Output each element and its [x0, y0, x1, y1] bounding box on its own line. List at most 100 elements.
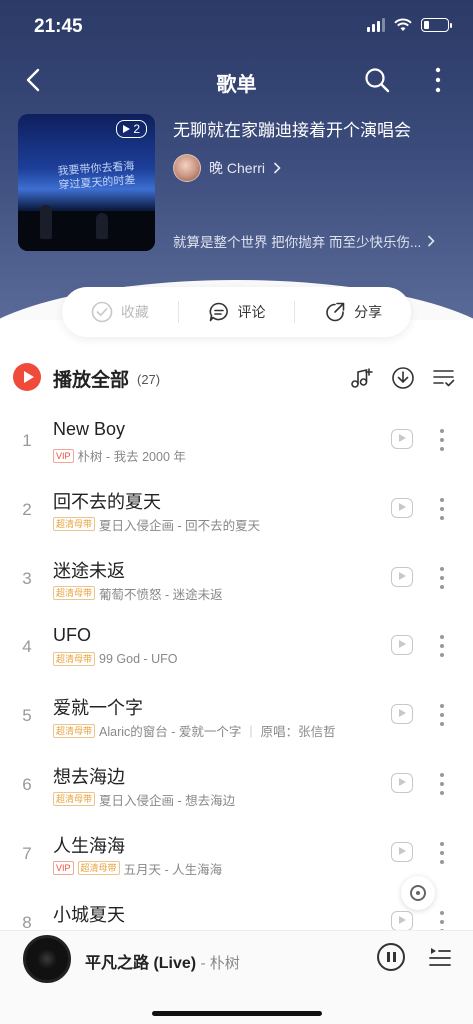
- song-artist-album: 夏日入侵企画 - 想去海边: [99, 793, 236, 808]
- cover-performer: [96, 213, 108, 239]
- cover-count-value: 2: [133, 122, 140, 136]
- now-playing-artist: - 朴树: [200, 955, 240, 972]
- more-vertical-icon[interactable]: [439, 429, 445, 451]
- avatar: [173, 154, 201, 182]
- play-all-button[interactable]: 播放全部: [53, 365, 129, 392]
- song-count: (27): [137, 372, 161, 387]
- chevron-right-icon: [273, 162, 281, 174]
- comment-icon: [209, 302, 228, 322]
- song-index: 1: [22, 431, 32, 450]
- comment-button[interactable]: 评论: [179, 287, 295, 337]
- battery-icon: [421, 18, 452, 32]
- mv-play-icon[interactable]: [391, 635, 413, 656]
- mv-play-icon[interactable]: [391, 841, 413, 862]
- action-bar: 收藏 评论 分享: [62, 287, 411, 337]
- play-all-icon[interactable]: [13, 363, 41, 391]
- song-meta: 超清母带 99 God - UFO: [53, 652, 178, 667]
- now-playing-title: 平凡之路 (Live): [85, 955, 197, 972]
- more-vertical-icon[interactable]: [439, 635, 445, 658]
- song-row[interactable]: 4 UFO 超清母带 99 God - UFO: [0, 611, 473, 680]
- playlist-creator[interactable]: 晚 Cherri: [173, 154, 281, 182]
- playlist-title: 无聊就在家蹦迪接着开个演唱会: [173, 121, 411, 140]
- share-icon: [326, 302, 345, 322]
- cover-performer: [40, 205, 52, 239]
- more-vertical-icon[interactable]: [439, 772, 445, 795]
- song-title: 人生海海: [53, 835, 125, 856]
- share-button[interactable]: 分享: [295, 287, 411, 337]
- song-row[interactable]: 1 New Boy VIP 朴树 - 我去 2000 年: [0, 405, 473, 474]
- meta-divider: |: [249, 723, 253, 738]
- comment-label: 评论: [237, 304, 266, 320]
- multi-select-icon[interactable]: [431, 365, 457, 391]
- locate-current-song-button[interactable]: [401, 876, 435, 910]
- playlist-hero: 21:45 歌单 2 我要带你去看海 穿过夏天的时差 无聊就在家蹦迪接着开个演唱…: [0, 0, 473, 320]
- signal-icon: [367, 18, 385, 32]
- song-artist-album: 夏日入侵企画 - 回不去的夏天: [99, 518, 261, 533]
- mv-play-icon[interactable]: [391, 704, 413, 725]
- playlist-cover[interactable]: 2 我要带你去看海 穿过夏天的时差: [18, 114, 155, 251]
- song-index: 6: [22, 774, 32, 794]
- description-text: 就算是整个世界 把你抛弃 而至少快乐伤...: [173, 235, 422, 250]
- creator-name: 晚 Cherri: [209, 160, 266, 176]
- master-quality-badge: 超清母带: [77, 861, 120, 876]
- song-title: UFO: [53, 625, 91, 646]
- add-to-playlist-icon[interactable]: [348, 365, 374, 391]
- search-icon[interactable]: [363, 66, 391, 94]
- more-vertical-icon[interactable]: [439, 841, 445, 864]
- song-meta: 超清母带 夏日入侵企画 - 回不去的夏天: [53, 515, 260, 534]
- play-icon: [123, 125, 131, 133]
- now-playing-info[interactable]: 平凡之路 (Live) - 朴树: [85, 949, 240, 973]
- song-row[interactable]: 3 迷途未返 超清母带 葡萄不愤怒 - 迷途未返: [0, 543, 473, 612]
- song-meta: VIP 朴树 - 我去 2000 年: [53, 446, 186, 465]
- collect-button[interactable]: 收藏: [62, 287, 178, 337]
- status-time: 21:45: [34, 16, 83, 37]
- song-index: 3: [22, 568, 32, 588]
- mv-play-icon[interactable]: [391, 910, 413, 931]
- master-quality-badge: 超清母带: [53, 652, 96, 667]
- vip-badge: VIP: [53, 448, 74, 463]
- playlist-queue-icon[interactable]: [428, 943, 452, 969]
- mv-play-icon[interactable]: [391, 772, 413, 793]
- mv-play-icon[interactable]: [391, 566, 413, 587]
- more-vertical-icon[interactable]: [439, 704, 445, 727]
- song-index: 5: [22, 706, 32, 726]
- song-row[interactable]: 7 人生海海 VIP 超清母带 五月天 - 人生海海: [0, 818, 473, 887]
- cover-handwriting: 我要带你去看海 穿过夏天的时差: [57, 159, 136, 192]
- song-index: 2: [22, 499, 32, 519]
- playlist-description[interactable]: 就算是整个世界 把你抛弃 而至少快乐伤...: [173, 231, 435, 251]
- download-icon[interactable]: [390, 365, 416, 391]
- master-quality-badge: 超清母带: [53, 792, 96, 807]
- song-artist-album: Alaric的窗台 - 爱就一个字: [99, 725, 242, 740]
- song-title: 迷途未返: [53, 560, 125, 581]
- wifi-icon: [394, 18, 412, 31]
- pause-icon[interactable]: [377, 943, 405, 971]
- song-title: 回不去的夏天: [53, 491, 161, 512]
- check-circle-icon: [91, 301, 113, 323]
- song-title: 爱就一个字: [53, 698, 143, 719]
- song-row[interactable]: 2 回不去的夏天 超清母带 夏日入侵企画 - 回不去的夏天: [0, 474, 473, 543]
- song-row[interactable]: 5 爱就一个字 超清母带 Alaric的窗台 - 爱就一个字 | 原唱：张信哲: [0, 680, 473, 749]
- song-artist-album: 五月天 - 人生海海: [123, 862, 223, 877]
- now-playing-disc[interactable]: [23, 935, 71, 983]
- master-quality-badge: 超清母带: [53, 723, 96, 738]
- song-meta: 超清母带 夏日入侵企画 - 想去海边: [53, 790, 235, 809]
- song-title: 想去海边: [53, 766, 125, 787]
- share-label: 分享: [354, 304, 383, 320]
- more-vertical-icon[interactable]: [439, 566, 445, 589]
- song-artist-album: 99 God - UFO: [99, 652, 178, 667]
- mv-play-icon[interactable]: [391, 429, 413, 449]
- song-original-singer: 原唱：张信哲: [260, 725, 336, 740]
- more-vertical-icon[interactable]: [431, 66, 445, 94]
- mv-play-icon[interactable]: [391, 497, 413, 518]
- song-title: New Boy: [53, 419, 126, 439]
- song-row[interactable]: 6 想去海边 超清母带 夏日入侵企画 - 想去海边: [0, 749, 473, 818]
- list-header: 播放全部 (27): [0, 356, 473, 400]
- song-artist-album: 朴树 - 我去 2000 年: [77, 450, 186, 464]
- song-meta: 超清母带 葡萄不愤怒 - 迷途未返: [53, 584, 223, 603]
- mini-player[interactable]: 平凡之路 (Live) - 朴树: [0, 930, 473, 1024]
- more-vertical-icon[interactable]: [439, 497, 445, 520]
- cover-stage: [18, 211, 155, 251]
- chevron-right-icon: [428, 235, 435, 247]
- master-quality-badge: 超清母带: [53, 517, 96, 532]
- home-indicator: [152, 1011, 322, 1016]
